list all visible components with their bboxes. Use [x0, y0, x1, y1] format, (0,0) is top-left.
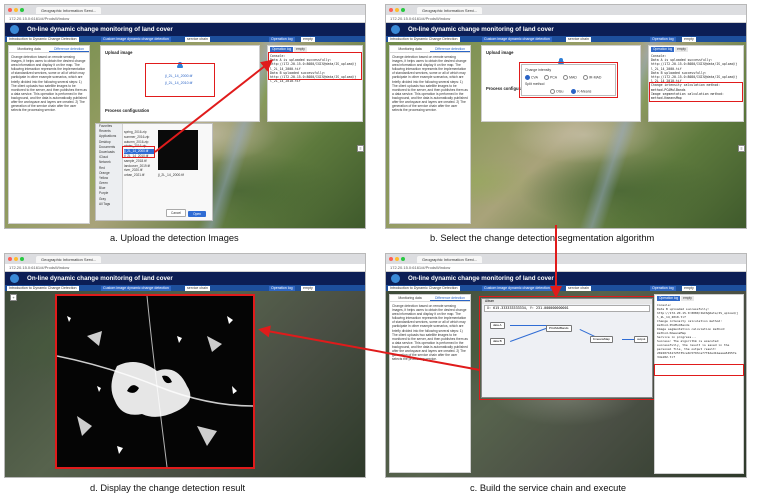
intro-panel: Monitoring data Difference detection Cha… — [8, 45, 90, 224]
file-dialog: Favorites Recents Applications Desktop D… — [95, 123, 213, 221]
app-banner: On-line dynamic change monitoring of lan… — [386, 23, 746, 36]
algorithm-highlight — [519, 62, 618, 98]
browser-tabbar: Geographic Information Servi... — [5, 254, 365, 264]
tab-difference-detection[interactable]: Difference detection — [430, 295, 470, 301]
intro-tabs: Monitoring data Difference detection — [390, 295, 470, 302]
tab-monitoring-data[interactable]: Monitoring data — [9, 46, 49, 52]
tab-difference-detection[interactable]: Difference detection — [49, 46, 89, 52]
console-output: Console: Data B uploaded successfully: h… — [657, 303, 741, 359]
close-window-icon[interactable] — [8, 257, 12, 261]
process-configuration-label: Process configuration — [105, 108, 150, 113]
tab-difference-detection[interactable]: Difference detection — [430, 46, 470, 52]
layers-icon[interactable]: ≡ — [357, 145, 364, 152]
file-preview — [158, 130, 198, 170]
close-window-icon[interactable] — [8, 8, 12, 12]
app-title: On-line dynamic change monitoring of lan… — [408, 26, 554, 33]
globe-logo-icon — [10, 274, 19, 283]
panel-algorithm: Geographic Information Servi... 172.20.1… — [385, 4, 747, 229]
service-chain-highlight — [479, 296, 655, 400]
globe-logo-icon — [10, 25, 19, 34]
zoom-window-icon[interactable] — [20, 257, 24, 261]
minimize-window-icon[interactable] — [395, 257, 399, 261]
file-item[interactable]: urban_2021.tif — [124, 173, 154, 178]
close-window-icon[interactable] — [389, 257, 393, 261]
tab-monitoring-data[interactable]: Monitoring data — [390, 46, 430, 52]
console-method-highlight — [649, 82, 743, 102]
app-banner: On-line dynamic change monitoring of lan… — [5, 272, 365, 285]
browser-tab[interactable]: Geographic Information Servi... — [36, 255, 102, 263]
browser-tab[interactable]: Geographic Information Servi... — [36, 6, 102, 14]
caption-c: c. Build the service chain and execute — [470, 483, 627, 493]
browser-tab[interactable]: Geographic Information Servi... — [417, 255, 483, 263]
minimize-window-icon[interactable] — [14, 8, 18, 12]
console-tabs: Operation log empty — [651, 47, 688, 52]
tab-empty-2[interactable]: empty — [675, 47, 688, 52]
console-tabs: Operation log empty — [657, 296, 694, 301]
intro-text: Change detection based on remote sensing… — [11, 55, 87, 113]
address-bar[interactable]: 172.20.15.0:6161/#/ProdsWindow — [386, 264, 746, 272]
layers-icon[interactable]: ≡ — [738, 145, 745, 152]
zoom-in-icon[interactable]: + — [10, 294, 17, 301]
file-selection-highlight — [122, 146, 155, 158]
tab-operation-log-2[interactable]: Operation log — [651, 47, 675, 52]
browser-tab[interactable]: Geographic Information Servi... — [417, 6, 483, 14]
upload-image-label: Upload image — [486, 50, 514, 55]
address-bar[interactable]: 172.20.15.0:6161/#/ProdsWindow — [386, 15, 746, 23]
browser-tabbar: Geographic Information Servi... — [386, 5, 746, 15]
app-title: On-line dynamic change monitoring of lan… — [408, 275, 554, 282]
address-bar[interactable]: 172.20.15.0:6161/#/ProdsWindow — [5, 264, 365, 272]
sidebar-item[interactable]: All Tags — [96, 202, 122, 207]
zoom-window-icon[interactable] — [20, 8, 24, 12]
zoom-window-icon[interactable] — [401, 257, 405, 261]
console-highlight — [268, 52, 362, 80]
change-detection-result — [55, 294, 255, 469]
minimize-window-icon[interactable] — [14, 257, 18, 261]
tab-empty-2[interactable]: empty — [681, 296, 694, 301]
panel-service-chain: Geographic Information Servi... 172.20.1… — [385, 253, 747, 478]
intro-tabs: Monitoring data Difference detection — [390, 46, 470, 53]
app-banner: On-line dynamic change monitoring of lan… — [386, 272, 746, 285]
upload-highlight — [145, 63, 215, 97]
tab-monitoring-data[interactable]: Monitoring data — [390, 295, 430, 301]
caption-d: d. Display the change detection result — [90, 483, 246, 493]
console-line: 3da182.tif — [657, 355, 676, 359]
open-button[interactable]: Open — [188, 211, 206, 217]
app-banner: On-line dynamic change monitoring of lan… — [5, 23, 365, 36]
tab-operation-log-2[interactable]: Operation log — [657, 296, 681, 301]
cancel-button[interactable]: Cancel — [166, 209, 186, 217]
close-window-icon[interactable] — [389, 8, 393, 12]
app-title: On-line dynamic change monitoring of lan… — [27, 275, 173, 282]
app-title: On-line dynamic change monitoring of lan… — [27, 26, 173, 33]
intro-tabs: Monitoring data Difference detection — [9, 46, 89, 53]
caption-a: a. Upload the detection Images — [110, 233, 239, 243]
console-line: http://172.20.15.0:8080/IGIS@data/IS_upl… — [651, 62, 738, 67]
intro-panel: Monitoring data Difference detection Cha… — [389, 294, 471, 473]
console-panel: Operation log empty Console: Data B uplo… — [654, 294, 744, 474]
panel-upload: Geographic Information Servi... 172.20.1… — [4, 4, 366, 229]
minimize-window-icon[interactable] — [395, 8, 399, 12]
preview-filename: jl_2L_14_2000.tif — [158, 173, 184, 177]
upload-image-label: Upload image — [105, 50, 133, 55]
panel-result: Geographic Information Servi... 172.20.1… — [4, 253, 366, 478]
intro-panel: Monitoring data Difference detection Cha… — [389, 45, 471, 224]
browser-tabbar: Geographic Information Servi... — [386, 254, 746, 264]
zoom-window-icon[interactable] — [401, 8, 405, 12]
browser-tabbar: Geographic Information Servi... — [5, 5, 365, 15]
console-result-highlight — [654, 364, 744, 376]
globe-logo-icon — [391, 274, 400, 283]
address-bar[interactable]: 172.20.15.0:6161/#/ProdsWindow — [5, 15, 365, 23]
globe-logo-icon — [391, 25, 400, 34]
file-dialog-sidebar: Favorites Recents Applications Desktop D… — [96, 124, 123, 220]
caption-b: b. Select the change detection segmentat… — [430, 233, 655, 243]
intro-text: Change detection based on remote sensing… — [392, 304, 468, 362]
intro-text: Change detection based on remote sensing… — [392, 55, 468, 113]
change-mask-image — [57, 296, 253, 467]
